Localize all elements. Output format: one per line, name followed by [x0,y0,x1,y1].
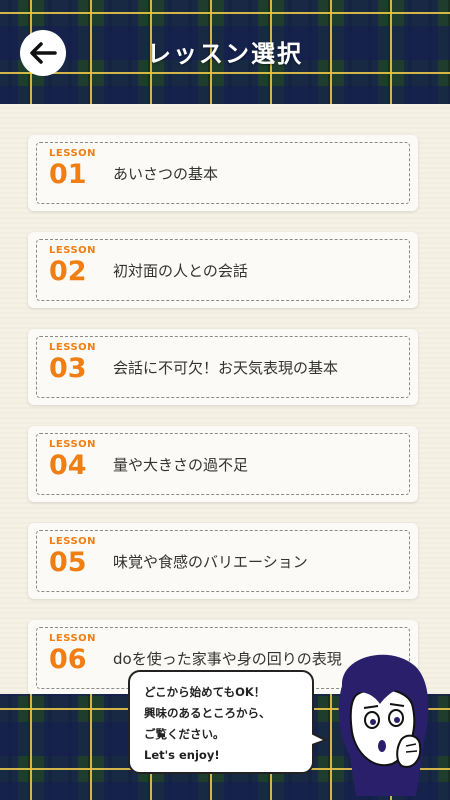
lesson-tag: LESSON [49,148,97,159]
lesson-title: 量や大きさの過不足 [113,455,249,474]
lesson-card-03[interactable]: LESSON 03 会話に不可欠！お天気表現の基本 [28,329,418,405]
guide-line: どこから始めてもOK！ [144,685,266,699]
lesson-number: 02 [49,256,87,287]
lesson-card-02[interactable]: LESSON 02 初対面の人との会話 [28,232,418,308]
lesson-number: 06 [49,644,87,675]
card-border: LESSON 04 量や大きさの過不足 [36,433,410,495]
speech-bubble: どこから始めてもOK！ 興味のあるところから、 ご覧ください。 Let's en… [128,670,314,774]
lesson-number: 04 [49,450,87,481]
lesson-number: 01 [49,159,87,190]
lesson-card-05[interactable]: LESSON 05 味覚や食感のバリエーション [28,523,418,599]
lesson-card-01[interactable]: LESSON 01 あいさつの基本 [28,135,418,211]
lesson-title: 味覚や食感のバリエーション [113,552,308,571]
lesson-number: 05 [49,547,87,578]
lesson-title: あいさつの基本 [113,164,219,183]
card-border: LESSON 01 あいさつの基本 [36,142,410,204]
lesson-tag: LESSON [49,536,97,547]
lesson-card-04[interactable]: LESSON 04 量や大きさの過不足 [28,426,418,502]
card-border: LESSON 02 初対面の人との会話 [36,239,410,301]
lesson-number: 03 [49,353,87,384]
guide-line: 興味のあるところから、 [144,706,271,720]
lesson-tag: LESSON [49,342,97,353]
lesson-title: 初対面の人との会話 [113,261,248,280]
page-title: レッスン選択 [147,40,303,68]
header-bar: レッスン選択 [0,0,450,104]
lesson-tag: LESSON [49,439,97,450]
guide-character-illustration [338,654,429,796]
lesson-list: LESSON 01 あいさつの基本 LESSON 02 初対面の人との会話 LE… [0,104,450,696]
guide-line: ご覧ください。 [144,727,225,741]
lesson-tag: LESSON [49,633,97,644]
card-border: LESSON 03 会話に不可欠！お天気表現の基本 [36,336,410,398]
lesson-tag: LESSON [49,245,97,256]
card-border: LESSON 05 味覚や食感のバリエーション [36,530,410,592]
guide-line: Let's enjoy! [144,748,220,762]
lesson-title: 会話に不可欠！お天気表現の基本 [113,358,339,377]
